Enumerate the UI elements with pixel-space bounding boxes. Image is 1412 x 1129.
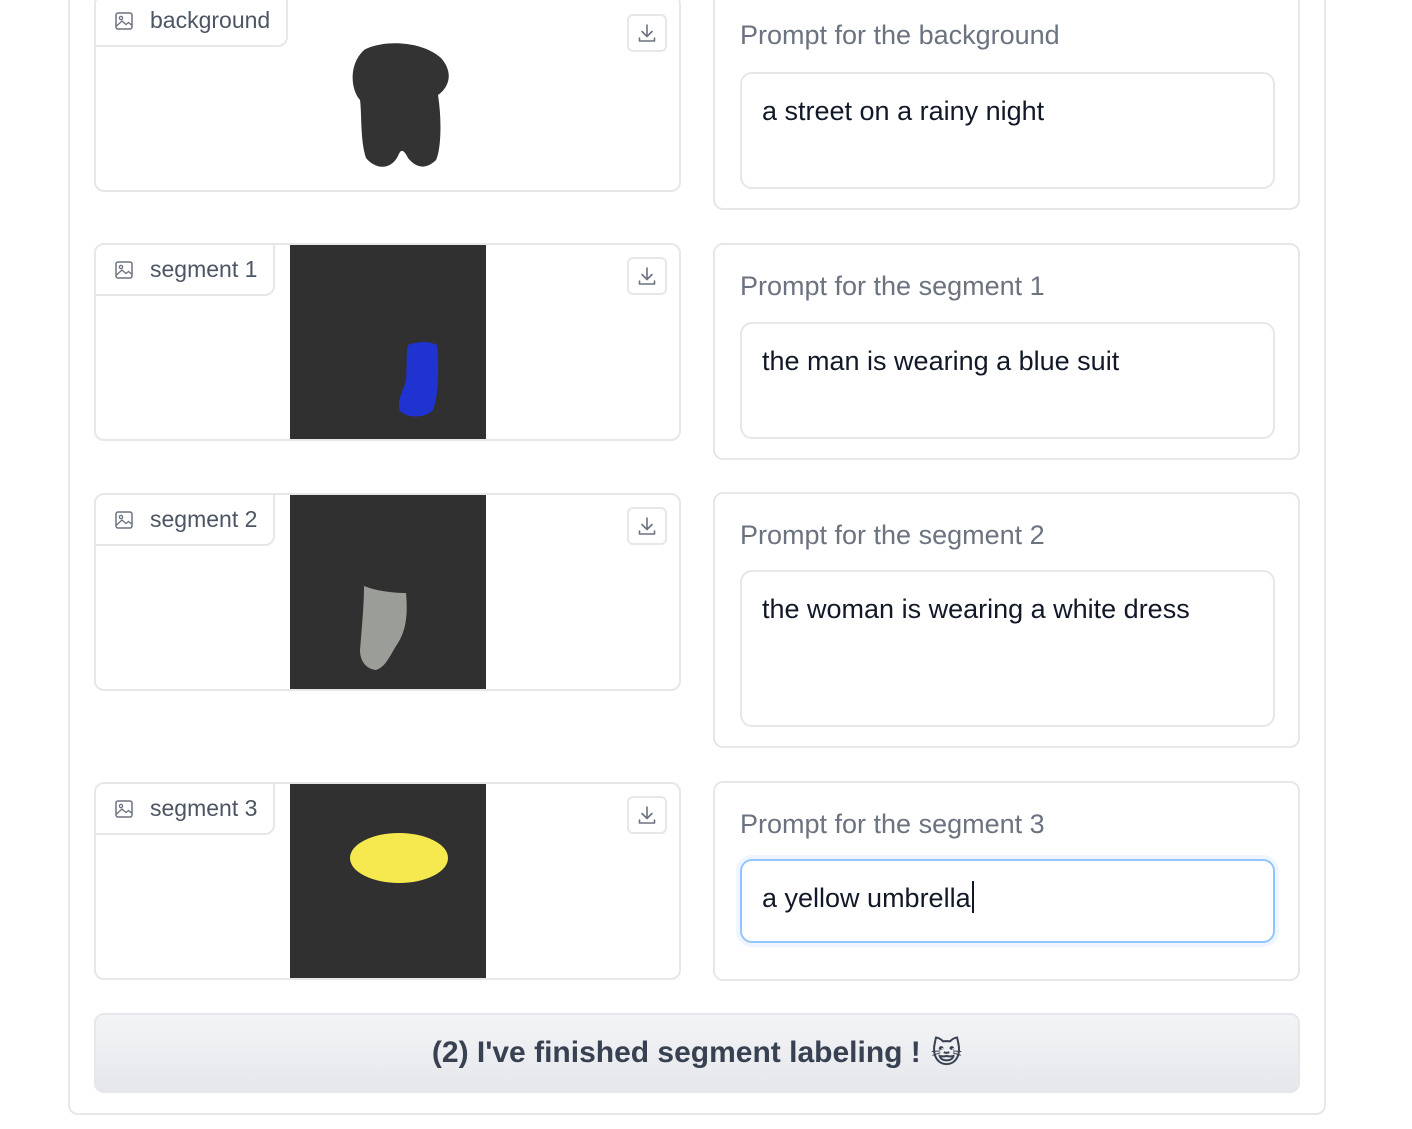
image-icon xyxy=(115,799,133,818)
image-label-text: background xyxy=(150,7,271,33)
segment-1-image-panel[interactable]: segment 1 xyxy=(94,243,681,441)
image-label-text: segment 3 xyxy=(150,795,258,821)
image-label-segment-3: segment 3 xyxy=(96,784,276,835)
prompt-input-segment-2[interactable]: the woman is wearing a white dress xyxy=(740,570,1275,727)
image-icon xyxy=(115,11,133,30)
finish-segment-labeling-button[interactable]: (2) I've finished segment labeling ! 😺 xyxy=(94,1013,1300,1093)
prompt-input-text: a yellow umbrella xyxy=(762,883,971,913)
prompt-input-background[interactable]: a street on a rainy night xyxy=(740,72,1275,189)
text-caret xyxy=(971,881,974,913)
download-button[interactable] xyxy=(627,796,667,834)
download-icon xyxy=(638,806,656,824)
prompt-label: Prompt for the segment 2 xyxy=(740,520,1045,550)
prompt-label: Prompt for the background xyxy=(740,20,1060,50)
prompt-panel-segment-2: Prompt for the segment 2 the woman is we… xyxy=(713,492,1300,748)
segment-2-image-panel[interactable]: segment 2 xyxy=(94,493,681,691)
image-label-segment-2: segment 2 xyxy=(96,495,276,546)
download-icon xyxy=(638,267,656,285)
download-button[interactable] xyxy=(627,14,667,52)
segment-3-image-panel[interactable]: segment 3 xyxy=(94,782,681,980)
download-icon xyxy=(638,517,656,535)
prompt-input-segment-3[interactable]: a yellow umbrella xyxy=(740,859,1275,943)
prompt-label: Prompt for the segment 1 xyxy=(740,271,1045,301)
image-label-segment-1: segment 1 xyxy=(96,245,276,296)
prompt-input-segment-1[interactable]: the man is wearing a blue suit xyxy=(740,322,1275,439)
background-sketch xyxy=(352,43,449,167)
prompt-label: Prompt for the segment 3 xyxy=(740,809,1045,839)
background-image-panel[interactable]: background xyxy=(94,0,681,192)
prompt-panel-segment-3: Prompt for the segment 3 a yellow umbrel… xyxy=(713,781,1300,981)
finish-button-label: (2) I've finished segment labeling ! xyxy=(431,1036,921,1069)
image-label-text: segment 2 xyxy=(150,506,258,532)
prompt-panel-segment-1: Prompt for the segment 1 the man is wear… xyxy=(713,243,1300,460)
image-label-text: segment 1 xyxy=(150,256,258,282)
download-button[interactable] xyxy=(627,257,667,295)
prompt-panel-background: Prompt for the background a street on a … xyxy=(713,0,1300,210)
segment-2-shape xyxy=(360,586,407,670)
segment-1-shape xyxy=(398,342,439,417)
cat-emoji-icon: 😺 xyxy=(930,1035,963,1071)
segment-3-shape xyxy=(350,833,448,883)
download-icon xyxy=(638,24,656,42)
segment-3-mask xyxy=(290,784,486,978)
image-icon xyxy=(115,260,133,279)
segment-2-mask xyxy=(290,495,486,689)
image-icon xyxy=(115,510,133,529)
segment-1-mask xyxy=(290,245,486,439)
image-label-background: background xyxy=(96,0,289,47)
download-button[interactable] xyxy=(627,507,667,545)
